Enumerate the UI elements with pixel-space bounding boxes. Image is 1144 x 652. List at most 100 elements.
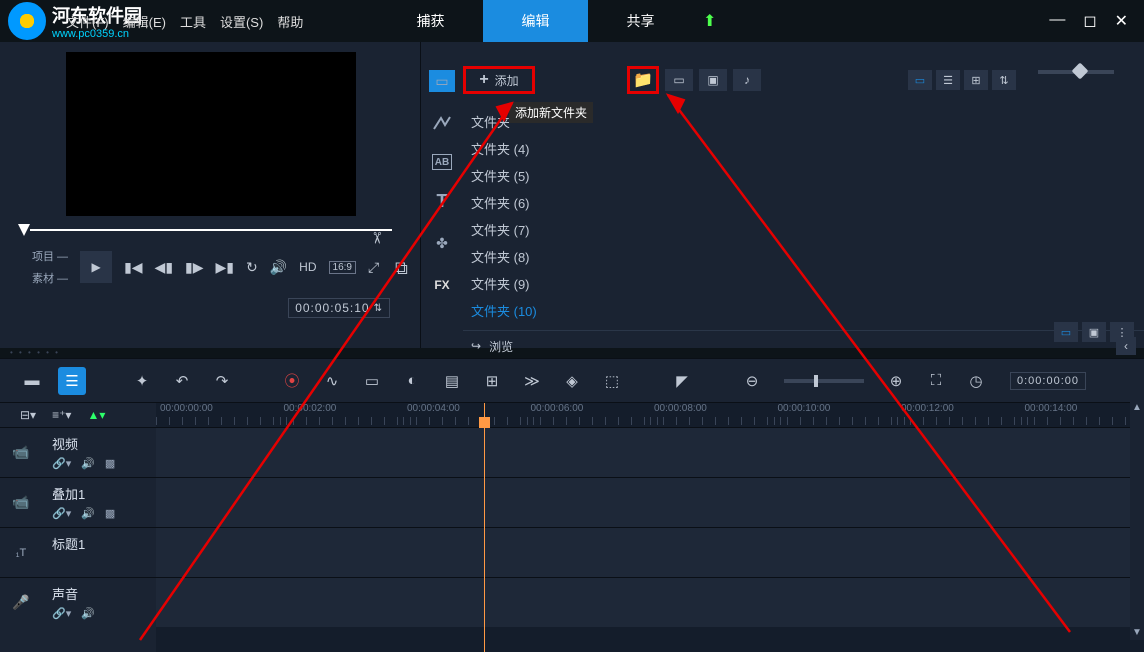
subtitle-button[interactable]: ▤ [438, 367, 466, 395]
aspect-button[interactable]: 16:9 [329, 261, 356, 274]
clip-tool-button[interactable]: ▭ [358, 367, 386, 395]
track-lane-overlay[interactable] [156, 477, 1144, 527]
go-start-button[interactable]: ▮◀ [124, 259, 142, 276]
hd-button[interactable]: HD [299, 260, 316, 274]
go-end-button[interactable]: ▶▮ [216, 259, 234, 276]
footer-btn-b[interactable]: ▣ [1082, 322, 1106, 342]
scroll-down-icon[interactable]: ▼ [1130, 625, 1144, 640]
ruler-toggle-a[interactable]: ⊟▾ [20, 408, 36, 422]
ruler-toggle-c[interactable]: ▲▾ [87, 408, 105, 422]
maximize-button[interactable]: ◻ [1083, 11, 1096, 31]
folder-item[interactable]: 文件夹 (5) [463, 162, 1144, 189]
motion-button[interactable]: ≫ [518, 367, 546, 395]
track-lane-title[interactable] [156, 527, 1144, 577]
split-icon[interactable]: ⧉ [395, 258, 408, 279]
folder-item[interactable]: 文件夹 (9) [463, 270, 1144, 297]
timeline-content[interactable]: 00:00:00:00 00:00:02:00 00:00:04:00 00:0… [156, 403, 1144, 652]
lib-tab-media[interactable]: ▭ [429, 70, 455, 92]
lib-tab-graphic[interactable]: ✤ [429, 232, 455, 254]
marker-button[interactable]: ◤ [668, 367, 696, 395]
link-icon[interactable]: 🔗▾ [52, 607, 71, 620]
volume-button[interactable]: 🔊 [270, 259, 287, 276]
footer-btn-c[interactable]: ⋮ [1110, 322, 1134, 342]
timeline-ruler[interactable]: 00:00:00:00 00:00:02:00 00:00:04:00 00:0… [156, 403, 1144, 427]
storyboard-button[interactable]: ▬ [18, 367, 46, 395]
scrub-marker-icon[interactable] [18, 224, 30, 236]
folder-item[interactable]: 文件夹 (4) [463, 135, 1144, 162]
view-list-button[interactable]: ☰ [936, 70, 960, 90]
filter-audio-button[interactable]: ♪ [733, 69, 761, 91]
menu-file[interactable]: 文件(F) [66, 12, 109, 31]
minimize-button[interactable]: — [1049, 11, 1065, 31]
track-audio-header[interactable]: 🎤 声音 🔗▾ 🔊 [0, 577, 156, 627]
add-folder-button[interactable]: 📁 [627, 66, 659, 94]
link-icon[interactable]: 🔗▾ [52, 457, 71, 470]
thumbnail-size-slider[interactable] [1038, 70, 1114, 74]
clock-button[interactable]: ◷ [962, 367, 990, 395]
timecode-updown-icon[interactable]: ⇅ [374, 303, 383, 314]
lib-tab-text[interactable]: T [429, 190, 455, 212]
timeline-timecode[interactable]: 0:00:00:00 [1010, 372, 1086, 390]
sort-button[interactable]: ⇅ [992, 70, 1016, 90]
view-a-button[interactable]: ▭ [908, 70, 932, 90]
alpha-icon[interactable]: ▩ [105, 507, 115, 520]
tool-wand[interactable]: ✦ [128, 367, 156, 395]
repeat-button[interactable]: ↻ [246, 259, 258, 276]
tab-capture[interactable]: 捕获 [378, 0, 483, 42]
lib-tab-transition[interactable] [429, 112, 455, 134]
step-fwd-button[interactable]: ▮▶ [185, 259, 203, 276]
scissors-icon[interactable]: ✂ [367, 231, 387, 244]
zoom-slider[interactable] [784, 379, 864, 383]
grid-button[interactable]: ⊞ [478, 367, 506, 395]
track-overlay-header[interactable]: 📹 叠加1 🔗▾ 🔊 ▩ [0, 477, 156, 527]
tab-share[interactable]: 共享 [588, 0, 693, 42]
close-button[interactable]: ✕ [1115, 11, 1128, 31]
playhead[interactable] [484, 403, 485, 652]
redo-button[interactable]: ↷ [208, 367, 236, 395]
scrub-line[interactable] [30, 229, 392, 231]
step-back-button[interactable]: ◀▮ [155, 259, 173, 276]
folder-item[interactable]: 文件夹 (6) [463, 189, 1144, 216]
play-button[interactable]: ▶ [80, 251, 112, 283]
mute-icon[interactable]: 🔊 [81, 457, 95, 470]
folder-item[interactable]: 文件夹 (7) [463, 216, 1144, 243]
menu-settings[interactable]: 设置(S) [220, 12, 263, 31]
record-button[interactable]: ⦿ [278, 367, 306, 395]
scroll-up-icon[interactable]: ▲ [1130, 400, 1144, 415]
timeline-vscroll[interactable]: ▲ ▼ [1130, 400, 1144, 640]
zoom-out-button[interactable]: ⊖ [738, 367, 766, 395]
menu-tools[interactable]: 工具 [180, 12, 206, 31]
preview-timecode[interactable]: 00:00:05:10 ⇅ [288, 298, 390, 318]
track-video-header[interactable]: 📹 视频 🔗▾ 🔊 ▩ [0, 427, 156, 477]
track-lane-video[interactable] [156, 427, 1144, 477]
playhead-marker-icon[interactable] [479, 417, 490, 428]
menu-edit[interactable]: 编辑(E) [123, 12, 166, 31]
material-label[interactable]: 素材 — [32, 270, 68, 286]
browse-icon[interactable]: ↪ [471, 339, 481, 353]
3d-button[interactable]: ◈ [558, 367, 586, 395]
add-button[interactable]: + 添加 [463, 66, 535, 94]
fit-button[interactable]: ⛶ [922, 367, 950, 395]
menu-help[interactable]: 帮助 [277, 12, 303, 31]
view-grid-button[interactable]: ⊞ [964, 70, 988, 90]
transition-tool-button[interactable]: ◐ [398, 367, 426, 395]
crop-button[interactable]: ⬚ [598, 367, 626, 395]
footer-btn-a[interactable]: ▭ [1054, 322, 1078, 342]
preview-video[interactable] [66, 52, 356, 216]
folder-item[interactable]: 文件夹 (8) [463, 243, 1144, 270]
folder-item-selected[interactable]: 文件夹 (10) [463, 297, 1144, 324]
track-title-header[interactable]: ₁T 标题1 [0, 527, 156, 577]
lib-tab-title[interactable]: AB [432, 154, 452, 170]
filter-video-button[interactable]: ▭ [665, 69, 693, 91]
browse-label[interactable]: 浏览 [489, 338, 513, 355]
tab-edit[interactable]: 编辑 [483, 0, 588, 42]
zoom-in-button[interactable]: ⊕ [882, 367, 910, 395]
link-icon[interactable]: 🔗▾ [52, 507, 71, 520]
mute-icon[interactable]: 🔊 [81, 607, 95, 620]
lib-tab-fx[interactable]: FX [429, 274, 455, 296]
timeline-button[interactable]: ☰ [58, 367, 86, 395]
filter-photo-button[interactable]: ▣ [699, 69, 727, 91]
alpha-icon[interactable]: ▩ [105, 457, 115, 470]
mute-icon[interactable]: 🔊 [81, 507, 95, 520]
preview-scrubber[interactable] [18, 224, 412, 236]
